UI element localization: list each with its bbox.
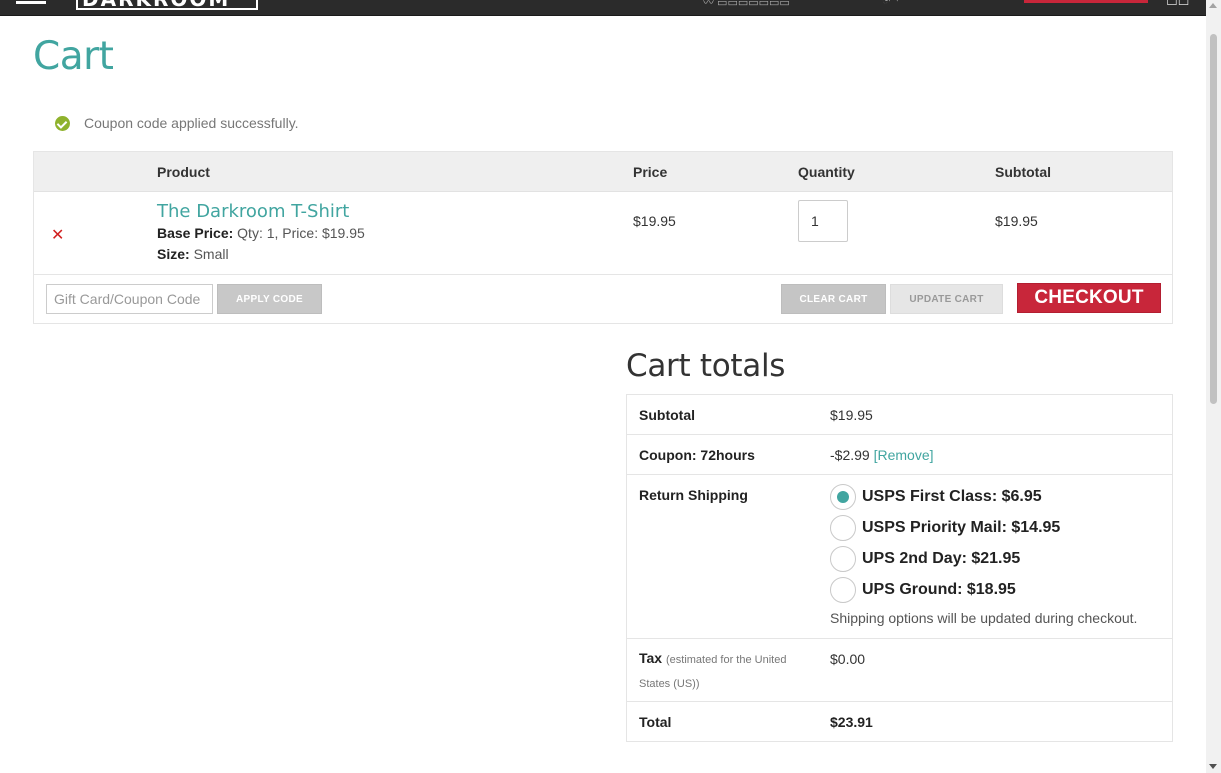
nav-icon-right[interactable]: ◔◠ — [882, 0, 898, 7]
tax-label-block: Tax (estimated for the United States (US… — [639, 647, 809, 695]
shipping-option-label: USPS First Class: $6.95 — [862, 488, 1042, 505]
base-price-value: Qty: 1, Price: $19.95 — [237, 225, 365, 241]
scrollbar[interactable] — [1206, 0, 1221, 773]
scroll-up-icon[interactable] — [1209, 3, 1217, 8]
total-label: Total — [639, 714, 672, 730]
shipping-option-ups-ground[interactable]: UPS Ground: $18.95 — [830, 577, 1016, 603]
header-price: Price — [633, 164, 668, 180]
shipping-option-usps-first-class[interactable]: USPS First Class: $6.95 — [830, 484, 1042, 510]
checkout-button[interactable]: CHECKOUT — [1017, 283, 1161, 313]
header-product: Product — [157, 164, 210, 180]
radio-selected-icon[interactable] — [830, 484, 856, 510]
size-label: Size: — [157, 246, 190, 262]
subtotal-label: Subtotal — [639, 407, 695, 423]
scroll-down-icon[interactable] — [1209, 764, 1217, 769]
update-cart-button[interactable]: UPDATE CART — [890, 284, 1003, 314]
cart-table: Product Price Quantity Subtotal ✕ The Da… — [33, 151, 1173, 324]
clear-cart-button[interactable]: CLEAR CART — [781, 284, 886, 314]
totals-row-coupon: Coupon: 72hours -$2.99 [Remove] — [627, 435, 1172, 475]
success-notice: Coupon code applied successfully. — [55, 115, 299, 131]
scrollbar-thumb[interactable] — [1210, 34, 1217, 404]
notice-text: Coupon code applied successfully. — [84, 115, 299, 131]
tax-value: $0.00 — [830, 651, 866, 667]
shipping-option-usps-priority[interactable]: USPS Priority Mail: $14.95 — [830, 515, 1060, 541]
totals-row-shipping: Return Shipping USPS First Class: $6.95 … — [627, 475, 1172, 639]
cart-item-row: ✕ The Darkroom T-Shirt Base Price: Qty: … — [34, 192, 1172, 275]
shipping-label: Return Shipping — [639, 487, 748, 503]
nav-red-button[interactable] — [1024, 0, 1148, 3]
radio-icon[interactable] — [830, 515, 856, 541]
product-name-link[interactable]: The Darkroom T-Shirt — [157, 201, 349, 222]
totals-row-tax: Tax (estimated for the United States (US… — [627, 639, 1172, 702]
quantity-input[interactable] — [798, 200, 848, 242]
apply-code-button[interactable]: APPLY CODE — [217, 284, 322, 314]
cart-icon[interactable]: ☐☐ — [1166, 0, 1189, 9]
size-value: Small — [193, 246, 229, 262]
base-price-label: Base Price: — [157, 225, 234, 241]
shipping-option-label: USPS Priority Mail: $14.95 — [862, 519, 1061, 536]
total-value: $23.91 — [830, 714, 873, 730]
cart-totals-title: Cart totals — [626, 348, 786, 384]
cart-table-header: Product Price Quantity Subtotal — [34, 152, 1172, 192]
shipping-option-label: UPS 2nd Day: $21.95 — [862, 550, 1021, 567]
coupon-label: Coupon: 72hours — [639, 447, 755, 463]
nav-icon-left[interactable]: 〰 ▭▭▭▭▭▭▭ — [703, 0, 790, 9]
shipping-option-ups-2nd-day[interactable]: UPS 2nd Day: $21.95 — [830, 546, 1020, 572]
site-logo[interactable]: DARKROOM — [76, 0, 258, 10]
cart-actions: APPLY CODE CLEAR CART UPDATE CART CHECKO… — [34, 275, 1172, 323]
coupon-code-input[interactable] — [46, 284, 213, 314]
check-circle-icon — [55, 115, 70, 131]
radio-icon[interactable] — [830, 546, 856, 572]
totals-row-total: Total $23.91 — [627, 702, 1172, 741]
tax-estimate-note: (estimated for the United States (US)) — [639, 654, 787, 690]
remove-coupon-link[interactable]: [Remove] — [874, 447, 934, 463]
shipping-option-label: UPS Ground: $18.95 — [862, 581, 1016, 598]
subtotal-value: $19.95 — [830, 407, 873, 423]
header-subtotal: Subtotal — [995, 164, 1051, 180]
totals-row-subtotal: Subtotal $19.95 — [627, 395, 1172, 435]
item-subtotal: $19.95 — [995, 213, 1038, 229]
menu-icon[interactable] — [16, 0, 46, 6]
coupon-value-line: -$2.99 [Remove] — [830, 447, 934, 463]
tax-label: Tax — [639, 650, 663, 666]
cart-totals-table: Subtotal $19.95 Coupon: 72hours -$2.99 [… — [626, 394, 1173, 742]
radio-icon[interactable] — [830, 577, 856, 603]
header-quantity: Quantity — [798, 164, 855, 180]
size-line: Size: Small — [157, 246, 229, 262]
base-price-line: Base Price: Qty: 1, Price: $19.95 — [157, 225, 365, 241]
shipping-note: Shipping options will be updated during … — [830, 610, 1138, 626]
coupon-value: -$2.99 — [830, 447, 870, 463]
remove-item-icon[interactable]: ✕ — [51, 225, 64, 245]
item-price: $19.95 — [633, 213, 676, 229]
page-title: Cart — [33, 34, 114, 79]
top-navbar: DARKROOM 〰 ▭▭▭▭▭▭▭ ◔◠ ☐☐ — [0, 0, 1206, 16]
